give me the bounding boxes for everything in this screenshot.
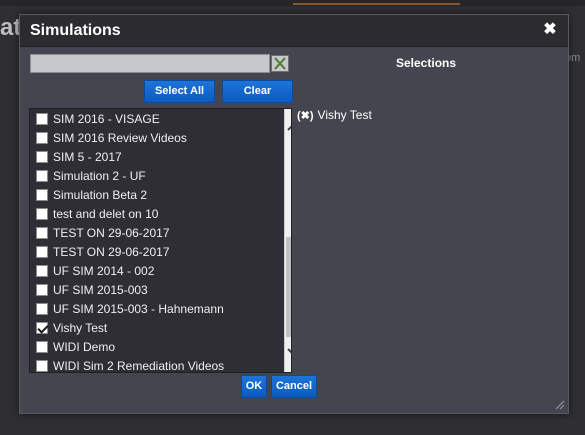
close-icon[interactable]: ✖ (542, 21, 558, 39)
cancel-button[interactable]: Cancel (271, 375, 317, 398)
checkbox[interactable] (36, 169, 48, 182)
list-item[interactable]: SIM 2016 - VISAGE (30, 109, 275, 128)
list-item-label: UF SIM 2015-003 - Hahnemann (53, 301, 224, 316)
list-item-label: UF SIM 2014 - 002 (53, 263, 155, 278)
selected-item: (✖) Vishy Test (297, 108, 372, 122)
list-item-label: TEST ON 29-06-2017 (53, 244, 170, 259)
selections-heading: Selections (396, 56, 457, 70)
list-item[interactable]: UF SIM 2015-003 - Hahnemann (30, 299, 275, 318)
dialog-header: Simulations ✖ (20, 15, 568, 47)
dialog-title: Simulations (30, 22, 121, 39)
checkbox[interactable] (36, 131, 48, 144)
checkbox[interactable] (36, 188, 48, 201)
list-item[interactable]: SIM 5 - 2017 (30, 147, 275, 166)
list-item-label: Vishy Test (53, 320, 108, 335)
list-item[interactable]: Simulation 2 - UF (30, 166, 275, 185)
list-scrollbar[interactable] (284, 109, 291, 372)
simulation-list: SIM 2016 - VISAGE SIM 2016 Review Videos S… (29, 108, 292, 373)
list-item-label: WIDI Demo (53, 339, 116, 354)
checkbox[interactable] (36, 302, 48, 315)
resize-grip-icon[interactable] (553, 398, 565, 410)
list-item[interactable]: WIDI Sim 2 Remediation Videos (30, 356, 275, 373)
list-item-label: SIM 2016 Review Videos (53, 130, 187, 145)
checkbox[interactable] (36, 112, 48, 125)
selected-item-label: Vishy Test (317, 108, 372, 122)
list-item[interactable]: Simulation Beta 2 (30, 185, 275, 204)
scroll-down-icon[interactable] (285, 344, 291, 360)
list-item-label: WIDI Sim 2 Remediation Videos (53, 358, 225, 373)
clear-search-icon[interactable] (271, 55, 289, 72)
checkbox[interactable] (36, 340, 48, 353)
list-item[interactable]: UF SIM 2014 - 002 (30, 261, 275, 280)
checkbox[interactable] (36, 226, 48, 239)
remove-icon[interactable]: (✖) (297, 110, 314, 122)
checkbox[interactable] (36, 359, 48, 372)
list-item[interactable]: UF SIM 2015-003 (30, 280, 275, 299)
list-item-label: Simulation 2 - UF (53, 168, 146, 183)
simulation-list-items: SIM 2016 - VISAGE SIM 2016 Review Videos S… (30, 109, 275, 373)
list-item-label: SIM 2016 - VISAGE (53, 111, 160, 126)
background-tab-accent (293, 3, 460, 5)
checkbox[interactable] (36, 207, 48, 220)
simulations-dialog: Simulations ✖ Select All Clear SIM 2016 … (19, 14, 569, 414)
background-page-title: ati (0, 14, 20, 41)
checkbox[interactable] (36, 283, 48, 296)
list-item[interactable]: TEST ON 29-06-2017 (30, 223, 275, 242)
checkbox[interactable] (36, 264, 48, 277)
list-item-label: Simulation Beta 2 (53, 187, 148, 202)
list-item[interactable]: Vishy Test (30, 318, 275, 337)
list-item[interactable]: test and delet on 10 (30, 204, 275, 223)
ok-button[interactable]: OK (241, 375, 267, 398)
clear-button[interactable]: Clear (222, 80, 293, 103)
list-item-label: SIM 5 - 2017 (53, 149, 122, 164)
list-item-label: UF SIM 2015-003 (53, 282, 148, 297)
list-item[interactable]: TEST ON 29-06-2017 (30, 242, 275, 261)
list-item-label: TEST ON 29-06-2017 (53, 225, 170, 240)
list-item[interactable]: WIDI Demo (30, 337, 275, 356)
search-input[interactable] (30, 54, 270, 73)
checkbox-checked[interactable] (36, 321, 48, 334)
scrollbar-thumb[interactable] (286, 237, 291, 337)
list-item[interactable]: SIM 2016 Review Videos (30, 128, 275, 147)
list-item-label: test and delet on 10 (53, 206, 159, 221)
scroll-up-icon[interactable] (285, 119, 291, 135)
checkbox[interactable] (36, 150, 48, 163)
checkbox[interactable] (36, 245, 48, 258)
select-all-button[interactable]: Select All (144, 80, 215, 103)
